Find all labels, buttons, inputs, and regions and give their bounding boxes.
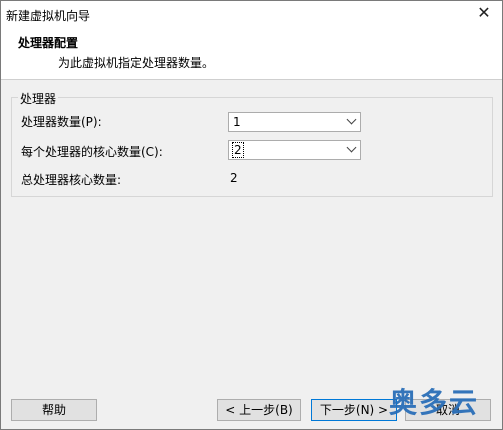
wizard-header: 处理器配置 为此虚拟机指定处理器数量。: [1, 28, 502, 80]
title-bar: 新建虚拟机向导 ✕: [1, 1, 502, 28]
cores-per-processor-label: 每个处理器的核心数量(C):: [21, 145, 163, 159]
processor-count-label: 处理器数量(P):: [21, 115, 102, 129]
watermark-logo: 奥多云: [389, 386, 480, 419]
group-label: 处理器: [18, 90, 59, 107]
page-subtitle: 为此虚拟机指定处理器数量。: [58, 56, 215, 70]
processor-count-value: 1: [233, 115, 241, 129]
window-title: 新建虚拟机向导: [6, 9, 91, 23]
chevron-down-icon: [346, 142, 357, 153]
page-title: 处理器配置: [18, 36, 79, 50]
back-button[interactable]: < 上一步(B): [217, 399, 301, 421]
next-button[interactable]: 下一步(N) >: [311, 399, 397, 421]
processor-count-select[interactable]: 1: [228, 112, 361, 132]
help-button[interactable]: 帮助: [11, 399, 97, 421]
total-cores-label: 总处理器核心数量:: [21, 173, 122, 187]
cores-per-processor-value: 2: [232, 142, 244, 158]
close-icon[interactable]: ✕: [474, 3, 494, 23]
processor-group: 处理器 处理器数量(P): 1 每个处理器的核心数量(C): 2 总处理器核心数…: [11, 90, 493, 197]
wizard-window: 新建虚拟机向导 ✕ 处理器配置 为此虚拟机指定处理器数量。 处理器 处理器数量(…: [0, 0, 503, 430]
chevron-down-icon: [346, 114, 357, 125]
total-cores-value: 2: [230, 171, 238, 185]
cores-per-processor-select[interactable]: 2: [228, 140, 361, 160]
